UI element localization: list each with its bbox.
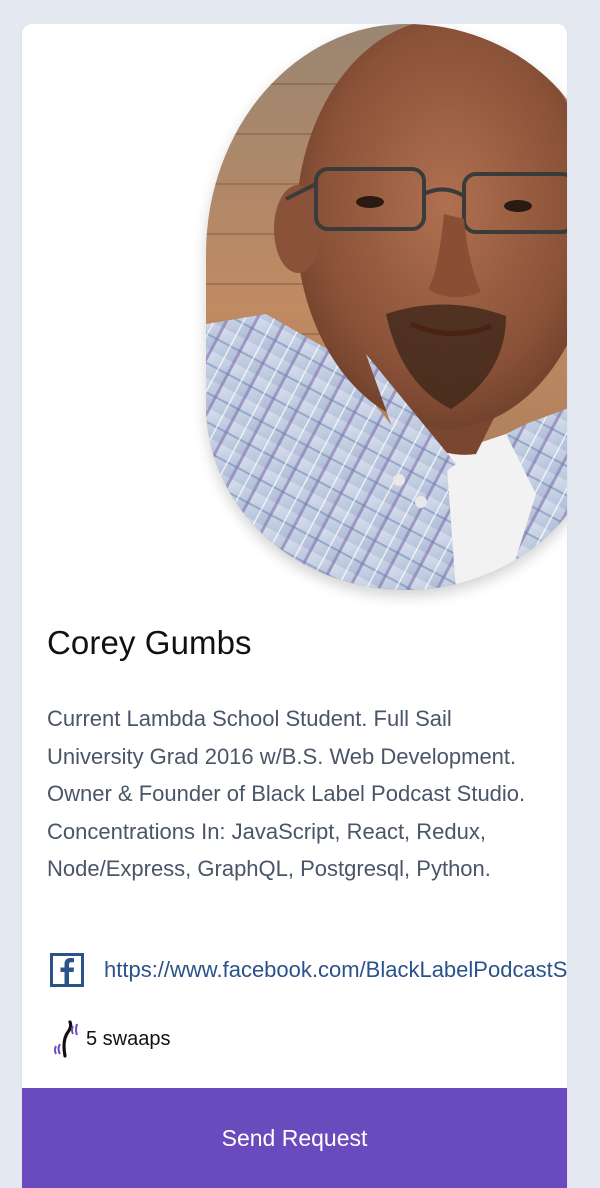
profile-bio: Current Lambda School Student. Full Sail… bbox=[47, 706, 526, 881]
facebook-link[interactable]: https://www.facebook.com/BlackLabelPodca… bbox=[104, 957, 567, 983]
send-request-button[interactable]: Send Request bbox=[22, 1088, 567, 1188]
swaap-count: 5 swaaps bbox=[86, 1027, 171, 1050]
swaap-signal-icon bbox=[54, 1020, 78, 1058]
facebook-icon bbox=[50, 953, 84, 987]
profile-photo bbox=[206, 24, 567, 590]
profile-card: Corey Gumbs Current Lambda School Studen… bbox=[22, 24, 567, 1188]
profile-name: Corey Gumbs bbox=[47, 624, 252, 661]
swaap-count-row: 5 swaaps bbox=[52, 1019, 171, 1059]
facebook-link-row: https://www.facebook.com/BlackLabelPodca… bbox=[50, 952, 567, 988]
